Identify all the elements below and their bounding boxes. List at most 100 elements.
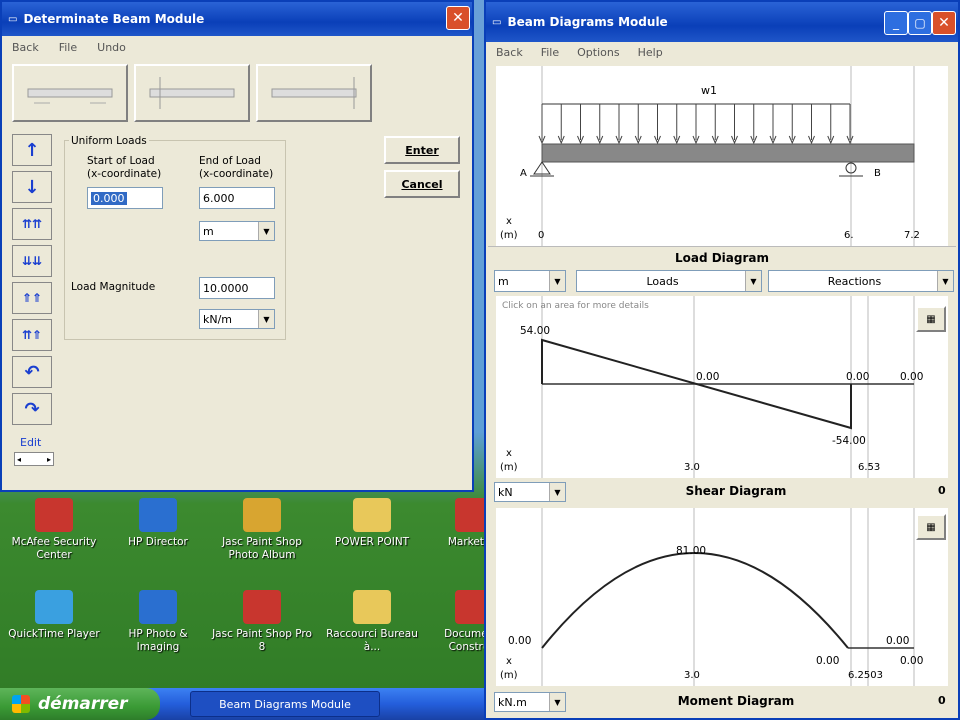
trapezoid-load-button[interactable]: ⇑⇑: [12, 282, 52, 314]
moment-ccw-button[interactable]: ↶: [12, 356, 52, 388]
start-of-load-value: 0.000: [91, 191, 127, 205]
graph-icon: ▦: [926, 521, 936, 533]
beam-type-fixed-button[interactable]: [256, 64, 372, 122]
x-axis-label: x: [506, 448, 512, 459]
shear-label-end: 0.00: [900, 371, 923, 383]
menu-file[interactable]: File: [59, 41, 77, 54]
chevron-down-icon: ▼: [937, 271, 953, 291]
taskbar: démarrer Beam Diagrams Module: [0, 688, 484, 720]
desktop-icon-label: QuickTime Player: [8, 628, 100, 640]
reactions-select[interactable]: Reactions ▼: [768, 270, 954, 292]
shear-diagram-panel[interactable]: Click on an area for more details 54.00 …: [496, 296, 948, 478]
x-unit-label: (m): [500, 670, 518, 681]
shear-graph-button[interactable]: ▦: [916, 306, 946, 332]
minimize-icon[interactable]: _: [884, 11, 908, 35]
desktop-icon-image: [353, 590, 391, 624]
arrow-up-icon: ↑: [24, 139, 40, 161]
tool-column: ↑ ↓ ⇈⇈ ⇊⇊ ⇑⇑ ⇈⇑ ↶ ↷ Edit ◂ ▸: [10, 134, 60, 484]
chevron-down-icon: ▼: [258, 310, 274, 328]
moment-unit-select[interactable]: kN.m ▼: [494, 692, 566, 712]
fixed-beam-icon: [271, 77, 357, 109]
magnitude-label: Load Magnitude: [71, 281, 156, 293]
point-load-up-button[interactable]: ↓: [12, 171, 52, 203]
beam-type-simple-button[interactable]: [12, 64, 128, 122]
uniform-load-icon: ⇈⇈: [21, 217, 43, 231]
right-menubar: Back File Options Help: [486, 42, 958, 62]
left-window-titlebar[interactable]: ▭ Determinate Beam Module: [2, 2, 472, 36]
start-button[interactable]: démarrer: [0, 688, 160, 720]
uniform-load-down-icon: ⇊⇊: [21, 254, 43, 268]
moment-label-b: 0.00: [816, 655, 839, 667]
chevron-down-icon: ▼: [745, 271, 761, 291]
menu-back[interactable]: Back: [12, 41, 39, 54]
desktop-icon[interactable]: Jasc Paint Shop Photo Album: [212, 498, 312, 578]
end-label-1: End of Load: [199, 155, 261, 167]
maximize-icon[interactable]: ▢: [908, 11, 932, 35]
menu-options[interactable]: Options: [577, 46, 619, 59]
moment-unit-value: kN.m: [498, 695, 527, 709]
moment-graph-button[interactable]: ▦: [916, 514, 946, 540]
uniform-load-up-button[interactable]: ⇈⇈: [12, 208, 52, 240]
end-of-load-input[interactable]: 6.000: [199, 187, 275, 209]
scroll-right-icon[interactable]: ▸: [47, 455, 51, 464]
desktop-icon[interactable]: QuickTime Player: [4, 590, 104, 670]
chevron-down-icon: ▼: [549, 693, 565, 711]
loads-select-value: Loads: [646, 274, 679, 288]
chevron-down-icon: ▼: [258, 222, 274, 240]
desktop-icon[interactable]: Jasc Paint Shop Pro 8: [212, 590, 312, 670]
app-icon: ▭: [492, 16, 502, 28]
load-diagram-panel[interactable]: w1 A B x (m) 0 6. 7.2: [496, 66, 948, 246]
graph-icon: ▦: [926, 313, 936, 325]
menu-undo[interactable]: Undo: [97, 41, 126, 54]
close-icon[interactable]: ✕: [446, 6, 470, 30]
tick-3: 3.0: [684, 462, 700, 473]
end-label-2: (x-coordinate): [199, 168, 274, 180]
desktop-icon[interactable]: HP Photo & Imaging: [108, 590, 208, 670]
moment-cw-button[interactable]: ↷: [12, 393, 52, 425]
desktop-icon[interactable]: Raccourci Bureau à...: [322, 590, 422, 670]
edit-scroller[interactable]: ◂ ▸: [14, 452, 54, 466]
close-icon[interactable]: ✕: [932, 11, 956, 35]
start-of-load-input[interactable]: 0.000: [87, 187, 163, 209]
point-load-down-button[interactable]: ↑: [12, 134, 52, 166]
tick-0: 0: [538, 230, 544, 241]
load-magnitude-input[interactable]: 10.0000: [199, 277, 275, 299]
shear-label-mid: 0.00: [696, 371, 719, 383]
taskbar-item-beam-diagrams[interactable]: Beam Diagrams Module: [190, 691, 380, 717]
unit-select[interactable]: m ▼: [494, 270, 566, 292]
menu-file[interactable]: File: [541, 46, 559, 59]
cancel-button[interactable]: Cancel: [384, 170, 460, 198]
uniform-load-down-button[interactable]: ⇊⇊: [12, 245, 52, 277]
enter-label: Enter: [405, 143, 439, 157]
x-unit-label: (m): [500, 462, 518, 473]
end-of-load-value: 6.000: [203, 191, 235, 205]
menu-help[interactable]: Help: [638, 46, 663, 59]
desktop-icon-label: HP Director: [128, 536, 188, 548]
moment-label-max: 81.00: [676, 545, 706, 557]
trapezoid-load-icon: ⇑⇑: [21, 291, 43, 305]
desktop-icon[interactable]: POWER POINT: [322, 498, 422, 578]
shear-hint: Click on an area for more details: [502, 301, 649, 311]
load-label: w1: [701, 84, 717, 97]
enter-button[interactable]: Enter: [384, 136, 460, 164]
loads-select[interactable]: Loads ▼: [576, 270, 762, 292]
moment-label-a: 0.00: [508, 635, 531, 647]
triangle-load-button[interactable]: ⇈⇑: [12, 319, 52, 351]
chevron-down-icon: ▼: [549, 271, 565, 291]
desktop-icon[interactable]: HP Director: [108, 498, 208, 578]
x-unit-label: (m): [500, 230, 518, 241]
menu-back[interactable]: Back: [496, 46, 523, 59]
scroll-left-icon[interactable]: ◂: [17, 455, 21, 464]
beam-type-overhang-button[interactable]: [134, 64, 250, 122]
magnitude-unit-select[interactable]: kN/m ▼: [199, 309, 275, 329]
shear-unit-select[interactable]: kN ▼: [494, 482, 566, 502]
length-unit-select[interactable]: m ▼: [199, 221, 275, 241]
x-axis-label: x: [506, 656, 512, 667]
shear-unit-value: kN: [498, 485, 513, 499]
windows-logo-icon: [12, 695, 30, 713]
desktop-icon[interactable]: McAfee Security Center: [4, 498, 104, 578]
start-label-1: Start of Load: [87, 155, 155, 167]
left-window-body: ↑ ↓ ⇈⇈ ⇊⇊ ⇑⇑ ⇈⇑ ↶ ↷ Edit ◂ ▸ Uniform Load…: [2, 58, 472, 490]
cancel-label: Cancel: [401, 177, 443, 191]
moment-diagram-panel[interactable]: 81.00 0.00 0.00 0.00 0.00 x (m) 3.0 6.25…: [496, 508, 948, 686]
